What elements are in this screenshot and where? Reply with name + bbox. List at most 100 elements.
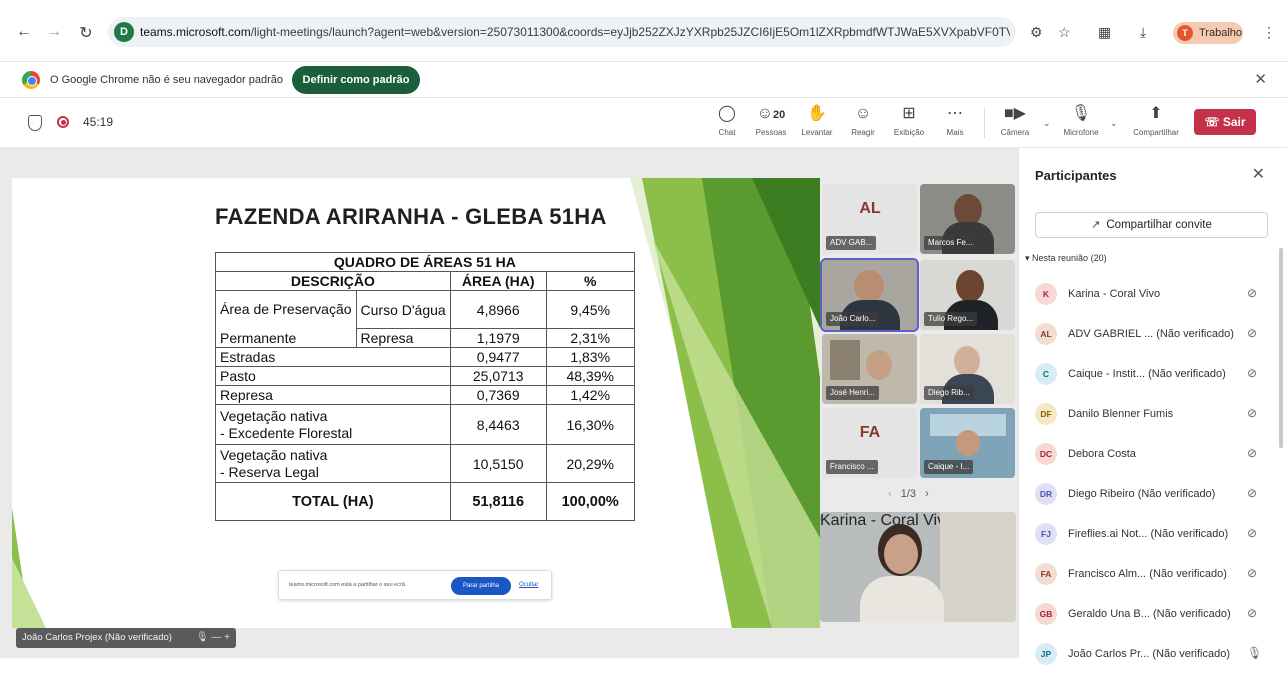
presenter-name: João Carlos Projex (Não verificado)	[22, 632, 172, 643]
address-row: ← → ↻ D teams.microsoft.com/light-meetin…	[0, 13, 1287, 53]
back-arrow-icon[interactable]: ←	[14, 23, 34, 41]
people-button[interactable]: ☺20 Pessoas	[748, 104, 794, 150]
leave-button[interactable]: ☏ Sair	[1194, 109, 1256, 135]
profile-avatar: T	[1177, 25, 1193, 41]
site-info-icon[interactable]: D	[114, 22, 134, 42]
avatar: FJ	[1035, 523, 1057, 545]
set-default-button[interactable]: Definir como padrão	[292, 66, 420, 94]
participant-row[interactable]: DC Debora Costa ⊘	[1019, 434, 1279, 474]
chrome-menu-icon[interactable]: ⋮	[1262, 24, 1276, 41]
participant-row[interactable]: AL ADV GABRIEL ... (Não verificado) ⊘	[1019, 314, 1279, 354]
participant-video	[956, 430, 980, 456]
profile-label: Trabalho	[1199, 27, 1243, 39]
close-icon[interactable]: ✕	[1252, 164, 1265, 184]
view-button[interactable]: ⊞ Exibição	[886, 104, 932, 144]
camera-label: Câmera	[1000, 128, 1030, 137]
row-pct: 16,30%	[545, 404, 635, 445]
panel-title: Participantes	[1035, 168, 1117, 183]
mic-off-icon[interactable]: ⊘	[1247, 606, 1257, 620]
more-label: Mais	[946, 128, 964, 137]
in-meeting-section-toggle[interactable]: ▾ Nesta reunião (20)	[1025, 253, 1107, 264]
mic-off-icon[interactable]: ⊘	[1247, 286, 1257, 300]
total-pct: 100,00%	[545, 482, 635, 521]
mic-off-icon[interactable]: ⊘	[1247, 446, 1257, 460]
mic-off-icon[interactable]: ⊘	[1247, 566, 1257, 580]
share-invite-button[interactable]: ↗ Compartilhar convite	[1035, 212, 1268, 238]
mic-off-icon[interactable]: ⊘	[1247, 486, 1257, 500]
row-desc-line: - Reserva Legal	[220, 463, 319, 480]
tile-name: Diego Rib...	[924, 386, 974, 400]
reload-icon[interactable]: ↻	[76, 23, 96, 43]
video-tile[interactable]: FA Francisco ...	[822, 408, 917, 478]
share-label: Compartilhar	[1133, 128, 1179, 137]
leave-label: Sair	[1222, 115, 1246, 129]
participants-panel: Participantes ✕ ↗ Compartilhar convite ▾ …	[1018, 148, 1287, 665]
participant-row[interactable]: DF Danilo Blenner Fumis ⊘	[1019, 394, 1279, 434]
app-label-bottom: Permanente	[215, 328, 357, 348]
share-notice-text: teams.microsoft.com está a partilhar o s…	[289, 582, 407, 588]
infobar-text: O Google Chrome não é seu navegador padr…	[50, 74, 283, 86]
camera-button[interactable]: ■▶ Câmera	[992, 104, 1038, 144]
bookmark-star-icon[interactable]: ☆	[1058, 24, 1071, 41]
mic-off-icon[interactable]: ⊘	[1247, 406, 1257, 420]
url-text[interactable]: teams.microsoft.com/light-meetings/launc…	[140, 25, 1010, 39]
download-icon[interactable]: ⤓	[1140, 24, 1146, 41]
chat-button[interactable]: ◯ Chat	[704, 104, 750, 144]
participant-row[interactable]: K Karina - Coral Vivo ⊘	[1019, 274, 1279, 314]
avatar: DF	[1035, 403, 1057, 425]
participant-video	[830, 340, 860, 380]
mic-options-chevron-icon[interactable]: ⌄	[1110, 118, 1118, 129]
address-bar[interactable]: D teams.microsoft.com/light-meetings/lau…	[108, 17, 1016, 47]
tile-name: José Henri...	[826, 386, 879, 400]
screen-share-notice: teams.microsoft.com está a partilhar o s…	[278, 570, 552, 600]
participant-row[interactable]: JP João Carlos Pr... (Não verificado) 🎙	[1019, 634, 1279, 674]
participant-row[interactable]: GB Geraldo Una B... (Não verificado) ⊘	[1019, 594, 1279, 634]
video-tile[interactable]: Caique - I...	[920, 408, 1015, 478]
view-icon: ⊞	[902, 105, 916, 122]
shield-icon[interactable]	[28, 115, 42, 131]
table-title: QUADRO DE ÁREAS 51 HA	[215, 252, 635, 272]
close-icon[interactable]: ✕	[1254, 70, 1267, 88]
mic-off-icon[interactable]: ⊘	[1247, 526, 1257, 540]
row-area: 1,1979	[449, 328, 547, 348]
share-button[interactable]: ⬆ Compartilhar	[1128, 104, 1184, 144]
row-area: 0,9477	[449, 347, 547, 367]
video-tile[interactable]: João Carlo...	[820, 258, 919, 332]
video-tile[interactable]: Diego Rib...	[920, 334, 1015, 404]
microphone-button[interactable]: 🎙 Microfone	[1058, 104, 1104, 144]
video-tile[interactable]: AL ADV GAB...	[822, 184, 917, 254]
translate-icon[interactable]: ⚙	[1030, 24, 1043, 41]
video-tile[interactable]: Tulio Rego...	[920, 260, 1015, 330]
raise-hand-button[interactable]: ✋ Levantar	[794, 104, 840, 144]
forward-arrow-icon[interactable]: →	[44, 23, 64, 41]
participant-row[interactable]: C Caique - Instit... (Não verificado) ⊘	[1019, 354, 1279, 394]
hide-notice-link[interactable]: Ocultar	[519, 582, 538, 588]
avatar: DC	[1035, 443, 1057, 465]
camera-options-chevron-icon[interactable]: ⌄	[1043, 118, 1051, 129]
mic-off-icon[interactable]: ⊘	[1247, 366, 1257, 380]
profile-button[interactable]: T Trabalho	[1173, 22, 1243, 44]
video-tile[interactable]: José Henri...	[822, 334, 917, 404]
video-tile[interactable]: Marcos Fe...	[920, 184, 1015, 254]
presenter-controls-icon[interactable]: 🎙 — +	[196, 628, 230, 648]
shared-slide: FAZENDA ARIRANHA - GLEBA 51HA QUADRO DE …	[12, 178, 820, 628]
participant-video	[954, 346, 980, 376]
panel-scrollbar[interactable]	[1279, 248, 1283, 448]
mic-off-icon[interactable]: ⊘	[1247, 326, 1257, 340]
chevron-right-icon[interactable]: ›	[925, 488, 929, 500]
participant-row[interactable]: FJ Fireflies.ai Not... (Não verificado) ⊘	[1019, 514, 1279, 554]
participant-row[interactable]: FA Francisco Alm... (Não verificado) ⊘	[1019, 554, 1279, 594]
section-label-text: Nesta reunião (20)	[1032, 253, 1107, 263]
participant-name: Karina - Coral Vivo	[1068, 288, 1161, 300]
table-row: Vegetação nativa - Reserva Legal 10,5150…	[215, 444, 635, 483]
chevron-left-icon[interactable]: ‹	[888, 488, 892, 500]
featured-video-tile[interactable]: Karina - Coral Vivo	[820, 512, 1016, 622]
table-total-row: TOTAL (HA) 51,8116 100,00%	[215, 482, 635, 521]
react-button[interactable]: ☺ Reagir	[840, 104, 886, 144]
more-button[interactable]: ⋯ Mais	[932, 104, 978, 144]
extensions-icon[interactable]: ▦	[1098, 24, 1111, 41]
meeting-timer: 45:19	[83, 115, 114, 129]
view-label: Exibição	[893, 128, 925, 137]
stop-sharing-button[interactable]: Parar partilha	[451, 577, 511, 595]
participant-row[interactable]: DR Diego Ribeiro (Não verificado) ⊘	[1019, 474, 1279, 514]
